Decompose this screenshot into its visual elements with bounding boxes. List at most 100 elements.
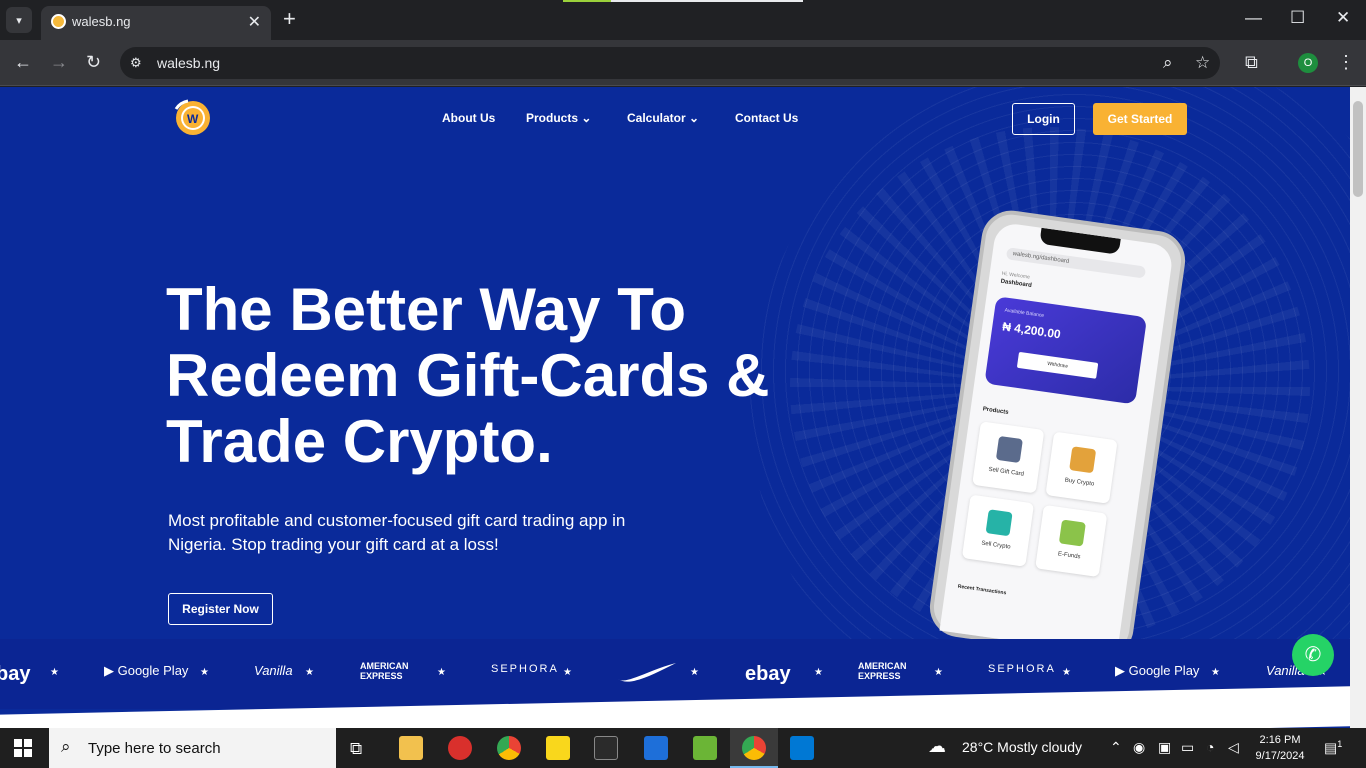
menu-kebab-icon[interactable]: ⋮ [1337, 52, 1355, 73]
nav-products-label: Products [526, 111, 579, 125]
brand-vanilla-logo: Vanilla [254, 663, 293, 678]
reload-icon[interactable]: ↻ [86, 52, 101, 73]
phone-tile-label: E-Funds [1057, 551, 1081, 561]
star-separator-icon: ★ [437, 667, 446, 678]
star-separator-icon: ★ [934, 667, 943, 678]
hero-title: The Better Way To Redeem Gift-Cards & Tr… [166, 277, 806, 475]
login-button[interactable]: Login [1012, 103, 1075, 135]
minimize-button[interactable]: — [1245, 8, 1262, 28]
notifications-icon[interactable]: ▤1 [1324, 739, 1342, 757]
nav-about-us[interactable]: About Us [442, 111, 495, 125]
taskbar-search-box[interactable]: ⌕ Type here to search [49, 728, 336, 768]
phone-balance-label: Available Balance [1004, 307, 1045, 319]
back-arrow-icon[interactable]: ← [14, 52, 32, 73]
download-progress-bar [563, 0, 803, 2]
money-bag-icon [1058, 519, 1086, 547]
weather-text[interactable]: 28°C Mostly cloudy [962, 739, 1082, 755]
phone-balance-value: ₦ 4,200.00 [1001, 319, 1062, 342]
brand-amex-logo: AMERICAN EXPRESS [858, 661, 907, 681]
wifi-icon[interactable]: ◔ [1206, 739, 1214, 755]
show-hidden-icons-icon[interactable]: ⌃ [1110, 739, 1122, 756]
search-icon: ⌕ [61, 737, 71, 756]
hero-title-line: Trade Crypto. [166, 408, 553, 475]
taskbar-clock[interactable]: 2:16 PM 9/17/2024 [1255, 732, 1305, 764]
url-text: walesb.ng [157, 55, 221, 71]
weather-cloud-icon[interactable]: ☁ [928, 736, 946, 757]
bookmark-star-icon[interactable]: ☆ [1195, 53, 1210, 73]
star-separator-icon: ★ [1211, 667, 1220, 678]
vscode-icon[interactable] [790, 736, 814, 760]
tab-title: walesb.ng [72, 14, 131, 29]
page-scrollbar[interactable] [1350, 87, 1366, 728]
task-view-icon[interactable]: ⧉ [350, 739, 362, 759]
close-window-button[interactable]: ✕ [1336, 8, 1350, 28]
browser-tab[interactable]: walesb.ng ✕ [41, 6, 271, 40]
nav-products[interactable]: Products ⌄ [526, 111, 591, 125]
star-separator-icon: ★ [305, 667, 314, 678]
sticky-notes-icon[interactable] [546, 736, 570, 760]
phone-recent-transactions-label: Recent Transactions [957, 583, 1007, 597]
phone-notch [1039, 227, 1121, 255]
battery-icon[interactable]: ▭ [1181, 739, 1194, 756]
chevron-down-icon: ⌄ [689, 111, 700, 125]
windows-taskbar: ⌕ Type here to search ⧉ ☁ 28°C Mostly cl… [0, 728, 1366, 768]
star-separator-icon: ★ [50, 667, 59, 678]
browser-tabbar: ▾ walesb.ng ✕ + — ☐ ✕ [0, 0, 1366, 40]
snipping-tool-icon[interactable] [448, 736, 472, 760]
extensions-icon[interactable]: ⧉ [1245, 52, 1258, 73]
get-started-button[interactable]: Get Started [1093, 103, 1187, 135]
new-tab-button[interactable]: + [283, 6, 296, 32]
phone-tile-e-funds: E-Funds [1035, 504, 1108, 578]
record-icon[interactable]: ◉ [1133, 739, 1145, 756]
nav-calculator[interactable]: Calculator ⌄ [627, 111, 699, 125]
whatsapp-chat-button[interactable]: ✆ [1292, 634, 1334, 676]
phone-tile-label: Sell Crypto [980, 540, 1011, 551]
windows-start-icon[interactable] [14, 739, 32, 757]
walesb-logo[interactable]: W [168, 99, 218, 137]
svg-text:W: W [187, 112, 199, 126]
scrollbar-thumb[interactable] [1353, 101, 1363, 197]
browser-toolbar: ← → ↻ ⚙ walesb.ng ⌕ ☆ ⧉ O ⋮ [0, 40, 1366, 86]
nav-contact-us[interactable]: Contact Us [735, 111, 798, 125]
brand-google-play-logo: ▶ Google Play [104, 663, 189, 678]
chrome-icon[interactable] [497, 736, 521, 760]
mail-icon[interactable] [644, 736, 668, 760]
tab-search-button[interactable]: ▾ [6, 7, 32, 33]
hero-subtitle: Most profitable and customer-focused gif… [168, 511, 626, 554]
phone-tile-sell-gift-card: Sell Gift Card [972, 421, 1045, 494]
star-separator-icon: ★ [563, 667, 572, 678]
gift-card-icon [995, 435, 1023, 464]
phone-tile-label: Buy Crypto [1064, 477, 1095, 488]
phone-withdraw-button: Withdraw [1016, 351, 1099, 379]
taskbar-search-placeholder: Type here to search [88, 740, 221, 757]
wallet-icon [1069, 446, 1097, 474]
register-now-button[interactable]: Register Now [168, 593, 273, 625]
phone-balance-card: Available Balance ₦ 4,200.00 Withdraw [984, 296, 1148, 405]
zoom-icon[interactable]: ⌕ [1163, 53, 1173, 73]
brand-google-play-label: Google Play [117, 663, 189, 678]
crypto-icon [985, 509, 1013, 537]
camera-icon[interactable]: ▣ [1158, 739, 1171, 756]
chevron-down-icon: ⌄ [581, 111, 592, 125]
site-favicon-icon [51, 14, 66, 29]
forward-arrow-icon[interactable]: → [50, 52, 68, 73]
site-info-icon[interactable]: ⚙ [130, 55, 146, 71]
address-bar[interactable]: ⚙ walesb.ng ⌕ ☆ [120, 47, 1220, 79]
chrome-active-window[interactable] [730, 728, 778, 768]
brand-amex-logo: AMERICAN EXPRESS [360, 661, 409, 681]
wps-office-icon[interactable] [693, 736, 717, 760]
maximize-button[interactable]: ☐ [1290, 8, 1305, 28]
brand-google-play-label: Google Play [1128, 663, 1200, 678]
profile-avatar[interactable]: O [1298, 53, 1318, 73]
phone-screen: walesb.ng/dashboard Hi, Welcome Dashboar… [939, 221, 1175, 656]
volume-icon[interactable]: ◁ [1228, 739, 1239, 756]
phone-tile-buy-crypto: Buy Crypto [1045, 431, 1118, 504]
nav-calculator-label: Calculator [627, 111, 686, 125]
clock-time: 2:16 PM [1259, 734, 1301, 746]
file-explorer-icon[interactable] [399, 736, 423, 760]
terminal-icon[interactable] [594, 736, 618, 760]
star-separator-icon: ★ [200, 667, 209, 678]
brand-sephora-logo: SEPHORA [491, 663, 559, 675]
tab-close-icon[interactable]: ✕ [248, 12, 261, 32]
notification-count: 1 [1337, 739, 1343, 749]
